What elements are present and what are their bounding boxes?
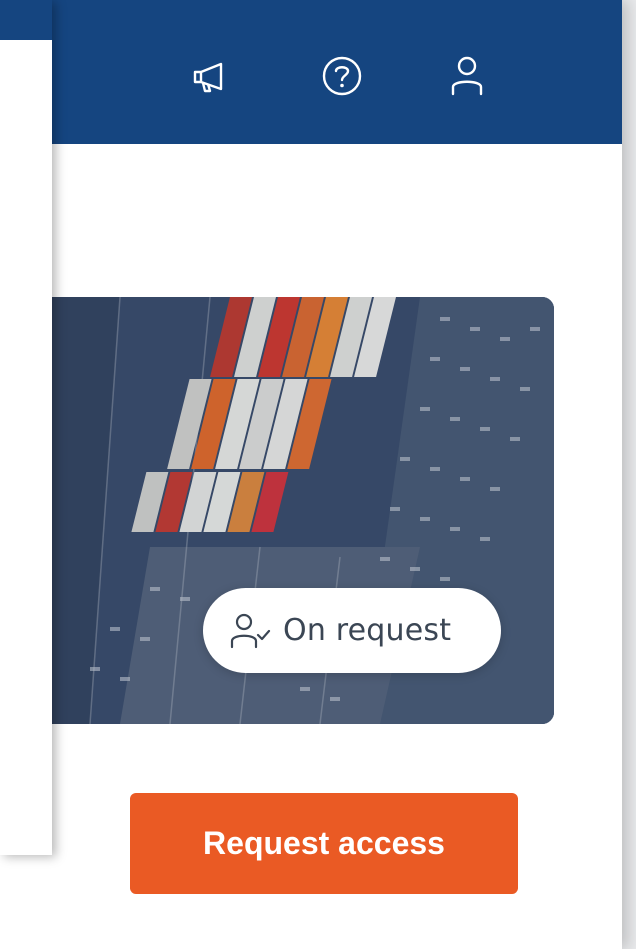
help-icon (322, 56, 362, 96)
user-check-icon (230, 613, 271, 648)
account-button[interactable] (439, 48, 495, 104)
request-access-button[interactable]: Request access (130, 793, 518, 894)
side-drawer-panel (0, 0, 52, 855)
user-icon (451, 56, 483, 96)
help-button[interactable] (314, 48, 370, 104)
availability-label: On request (283, 613, 452, 648)
top-header (0, 0, 622, 144)
megaphone-icon (193, 62, 223, 93)
main-panel: On request Request access (0, 0, 622, 949)
availability-badge: On request (203, 588, 501, 673)
side-drawer-header (0, 0, 52, 40)
announcements-button[interactable] (182, 48, 238, 104)
